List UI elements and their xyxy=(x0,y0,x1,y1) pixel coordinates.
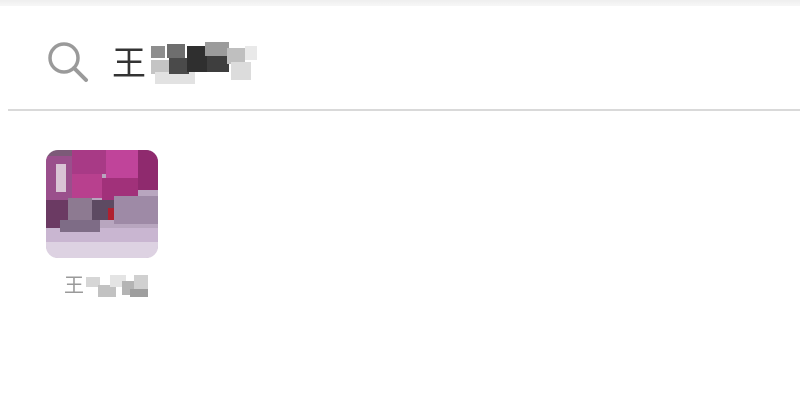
search-result-item[interactable]: 王 xyxy=(46,150,160,302)
result-name-text: 王 xyxy=(64,273,84,297)
search-icon[interactable] xyxy=(44,38,92,86)
search-query-obscured xyxy=(151,42,257,84)
avatar[interactable] xyxy=(46,150,158,258)
search-bar[interactable]: 王 xyxy=(0,6,800,109)
search-query-text: 王 xyxy=(112,44,147,84)
search-input[interactable]: 王 xyxy=(112,42,259,86)
result-name-obscured xyxy=(86,275,148,297)
result-name: 王 xyxy=(64,270,148,300)
divider xyxy=(8,109,800,111)
